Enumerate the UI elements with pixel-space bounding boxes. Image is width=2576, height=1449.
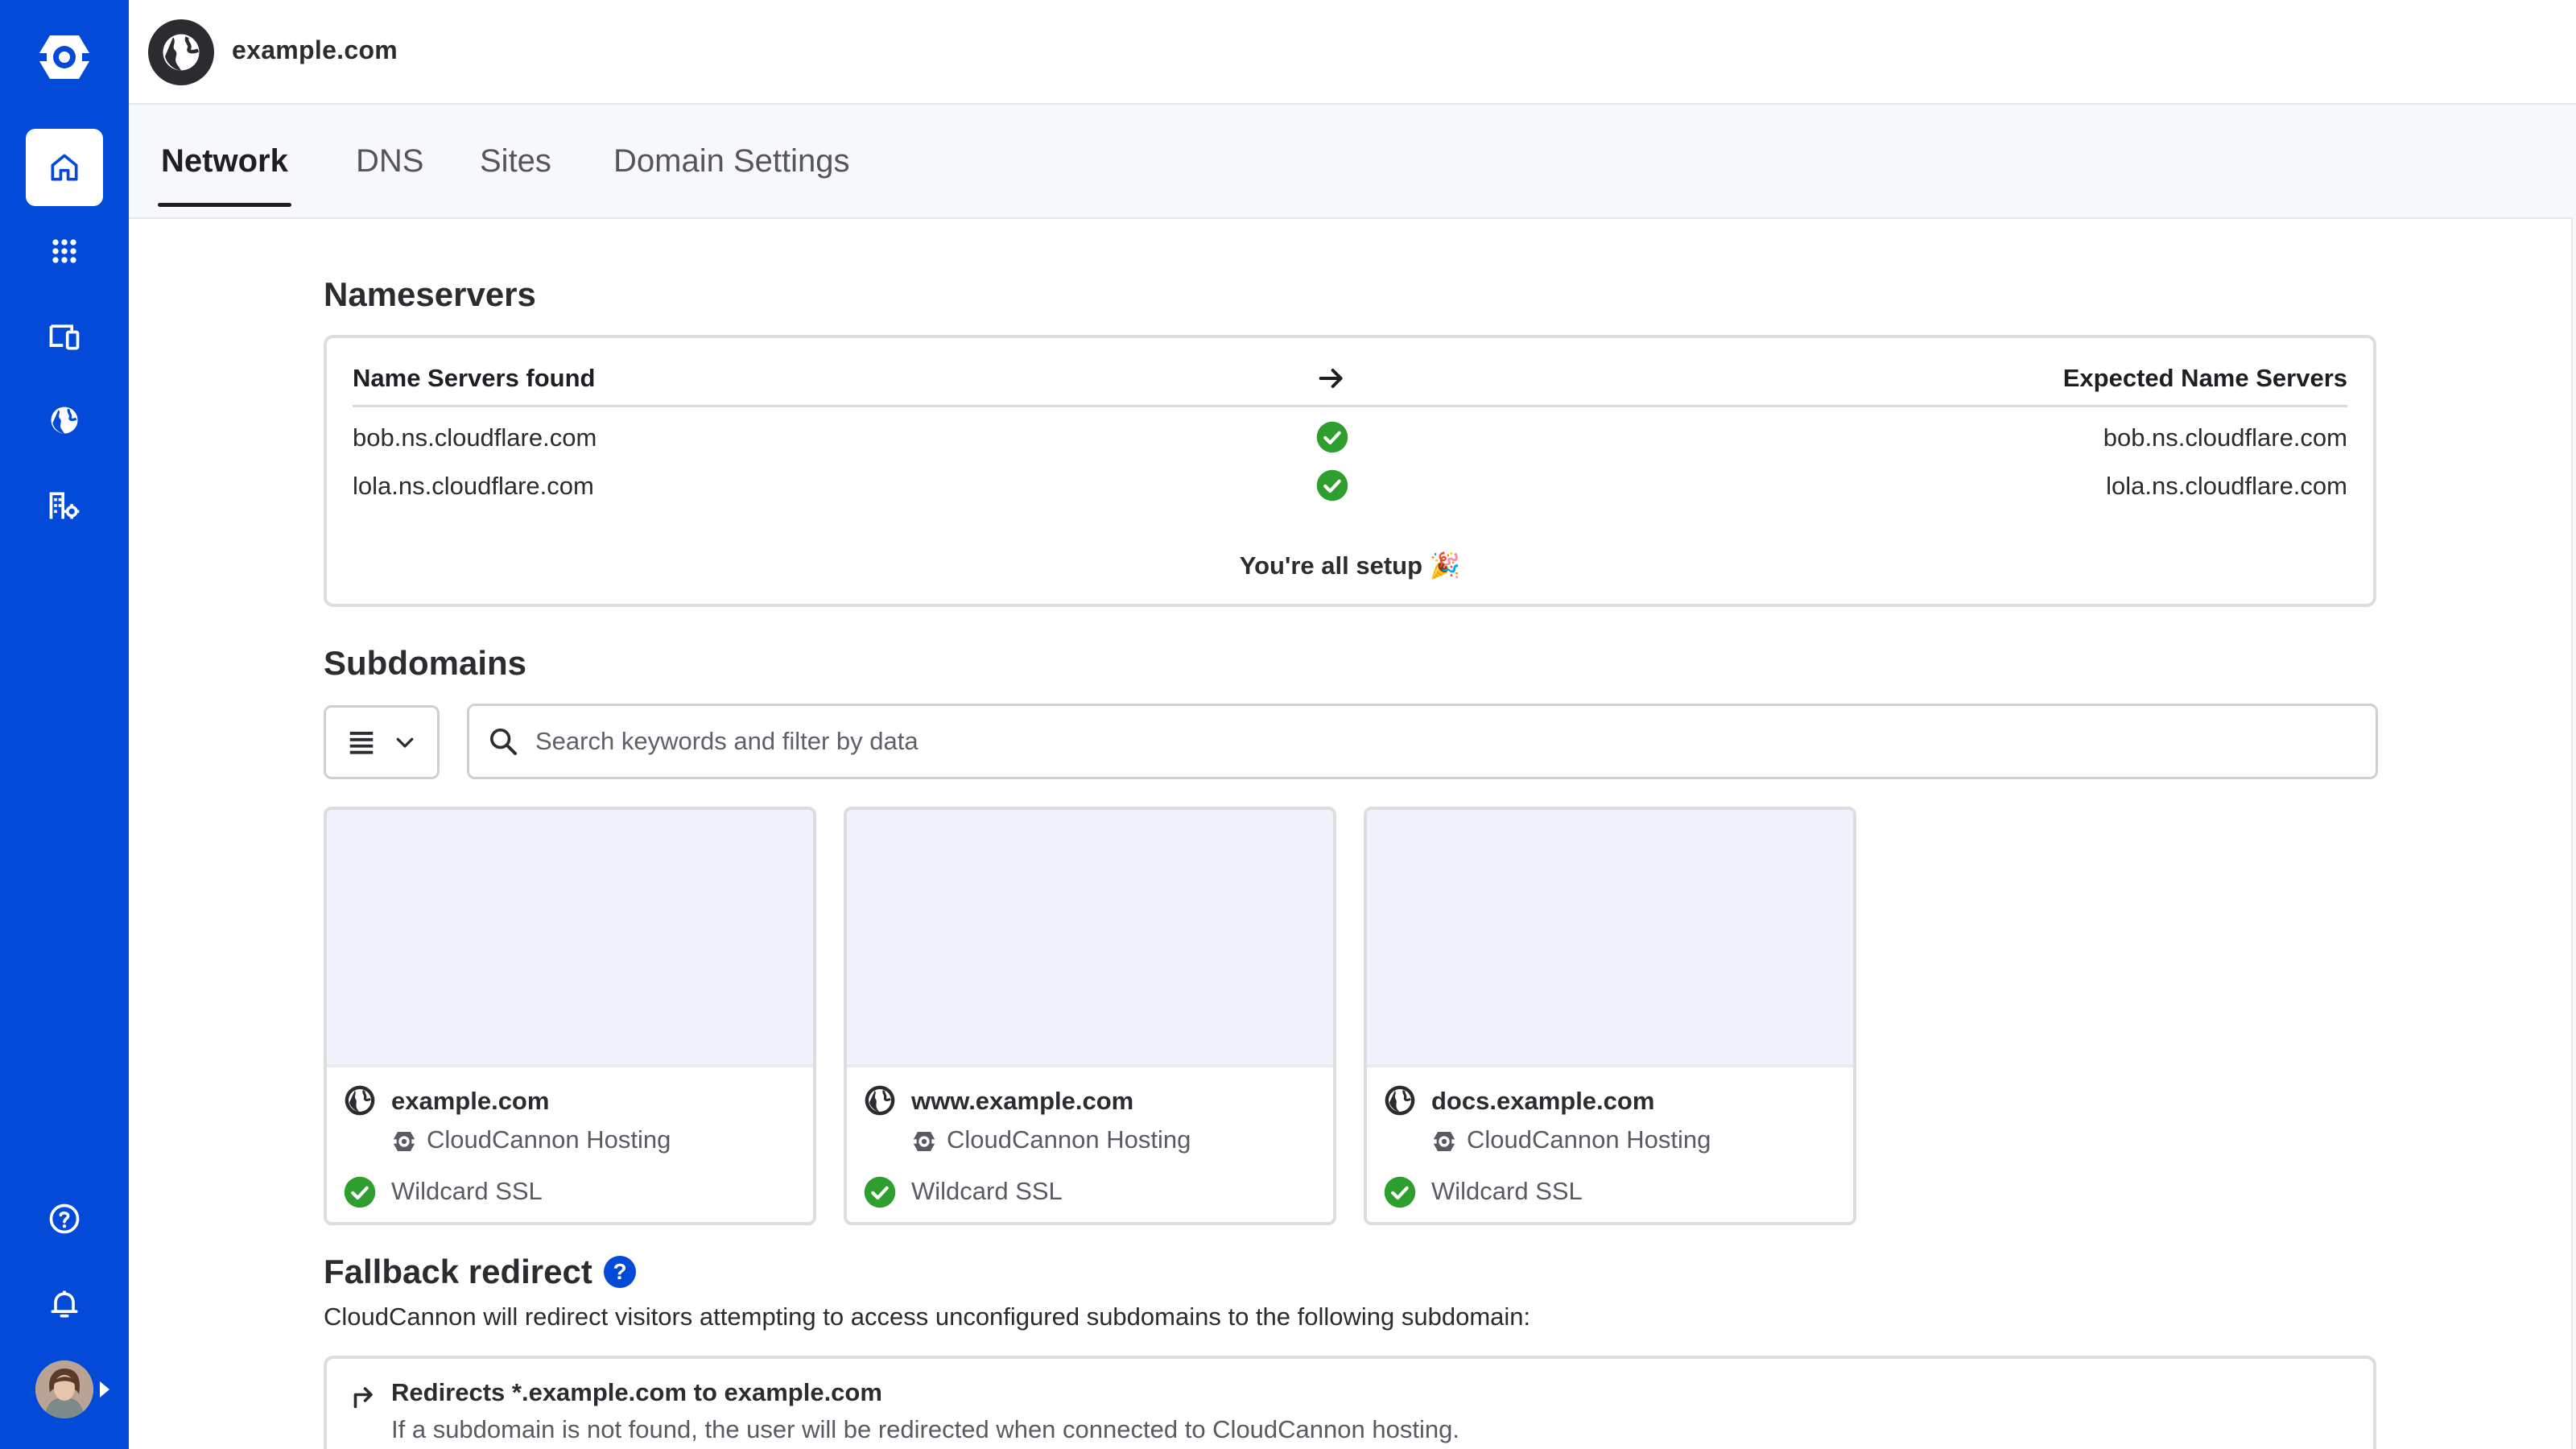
help-icon [49, 1203, 80, 1234]
nameservers-title: Nameservers [324, 275, 536, 313]
cloudcannon-logo-icon[interactable] [35, 32, 93, 82]
found-nameserver: bob.ns.cloudflare.com [353, 423, 597, 452]
subdomain-name: docs.example.com [1431, 1087, 1655, 1115]
cloudcannon-hosting-icon [1431, 1132, 1457, 1151]
bell-icon [51, 1290, 78, 1318]
card-thumbnail [1367, 810, 1853, 1067]
subdomain-card[interactable]: www.example.com CloudCannon Hosting Wild… [844, 807, 1336, 1225]
tab-dns[interactable]: DNS [356, 143, 423, 207]
search-input[interactable] [535, 727, 2306, 756]
expected-header: Expected Name Servers [2062, 364, 2347, 392]
main-panel: Nameservers Name Servers found Expected … [129, 217, 2573, 1449]
expected-nameserver: lola.ns.cloudflare.com [2106, 472, 2347, 500]
ssl-label: Wildcard SSL [911, 1177, 1063, 1205]
list-view-icon [349, 732, 374, 754]
avatar[interactable] [35, 1360, 93, 1418]
sidebar-item-help[interactable] [26, 1180, 103, 1257]
tab-bar: Network DNS Sites Domain Settings [129, 105, 2576, 217]
redirect-description: If a subdomain is not found, the user wi… [391, 1415, 1459, 1443]
user-avatar-icon [35, 1360, 93, 1418]
card-thumbnail [327, 810, 813, 1067]
organization-settings-icon [49, 492, 80, 519]
nameserver-row: bob.ns.cloudflare.com bob.ns.cloudflare.… [353, 419, 2347, 459]
found-header: Name Servers found [353, 364, 596, 392]
subdomain-name: example.com [391, 1087, 550, 1115]
check-circle-icon [1316, 469, 1348, 502]
view-toggle-button[interactable] [324, 705, 440, 779]
fallback-description: CloudCannon will redirect visitors attem… [324, 1302, 1531, 1331]
sidebar-item-organization[interactable] [26, 467, 103, 544]
ssl-label: Wildcard SSL [391, 1177, 543, 1205]
globe-icon [51, 407, 78, 434]
page-title: example.com [232, 35, 398, 64]
ssl-label: Wildcard SSL [1431, 1177, 1583, 1205]
nameserver-status: You're all setup 🎉 [1239, 551, 1461, 580]
subdomain-card[interactable]: example.com CloudCannon Hosting Wildcard… [324, 807, 816, 1225]
subdomain-name: www.example.com [911, 1087, 1134, 1115]
home-icon [51, 154, 78, 181]
check-circle-icon [344, 1176, 376, 1208]
nameservers-panel: Name Servers found Expected Name Servers… [324, 335, 2376, 607]
check-circle-icon [1384, 1176, 1416, 1208]
globe-icon [1385, 1085, 1415, 1116]
cloudcannon-hosting-icon [391, 1132, 417, 1151]
sidebar-item-notifications[interactable] [26, 1265, 103, 1343]
sidebar-item-domains[interactable] [26, 382, 103, 459]
globe-icon [865, 1085, 895, 1116]
card-thumbnail [847, 810, 1333, 1067]
domain-globe-icon [148, 19, 214, 85]
hosting-label: CloudCannon Hosting [427, 1125, 671, 1154]
tab-domain-settings[interactable]: Domain Settings [613, 143, 849, 207]
sidebar [0, 0, 129, 1449]
search-icon [490, 729, 517, 755]
hosting-label: CloudCannon Hosting [1467, 1125, 1711, 1154]
hosting-label: CloudCannon Hosting [947, 1125, 1191, 1154]
tab-sites[interactable]: Sites [480, 143, 551, 207]
arrow-right-icon [1319, 369, 1343, 388]
apps-grid-icon [52, 239, 76, 263]
subdomain-card[interactable]: docs.example.com CloudCannon Hosting Wil… [1364, 807, 1856, 1225]
devices-icon [49, 324, 80, 350]
help-icon[interactable]: ? [604, 1256, 636, 1288]
account-menu-caret-icon[interactable] [100, 1381, 109, 1397]
redirect-title: Redirects *.example.com to example.com [391, 1378, 882, 1406]
check-circle-icon [864, 1176, 896, 1208]
nameserver-row: lola.ns.cloudflare.com lola.ns.cloudflar… [353, 467, 2347, 507]
sidebar-item-home[interactable] [26, 129, 103, 206]
globe-icon [345, 1085, 375, 1116]
found-nameserver: lola.ns.cloudflare.com [353, 472, 594, 500]
cloudcannon-hosting-icon [911, 1132, 937, 1151]
sidebar-item-devices[interactable] [26, 298, 103, 375]
redirect-arrow-icon [353, 1387, 373, 1409]
sidebar-item-apps[interactable] [26, 213, 103, 290]
top-bar: example.com [129, 0, 2576, 105]
nameservers-header: Name Servers found Expected Name Servers [353, 362, 2347, 407]
tab-network[interactable]: Network [158, 143, 291, 207]
check-circle-icon [1316, 421, 1348, 453]
expected-nameserver: bob.ns.cloudflare.com [2103, 423, 2347, 452]
chevron-down-icon [396, 737, 414, 748]
subdomains-title: Subdomains [324, 644, 527, 682]
redirect-panel[interactable]: Redirects *.example.com to example.com I… [324, 1356, 2376, 1449]
fallback-title: Fallback redirect [324, 1253, 592, 1290]
subdomain-search[interactable] [467, 704, 2378, 779]
